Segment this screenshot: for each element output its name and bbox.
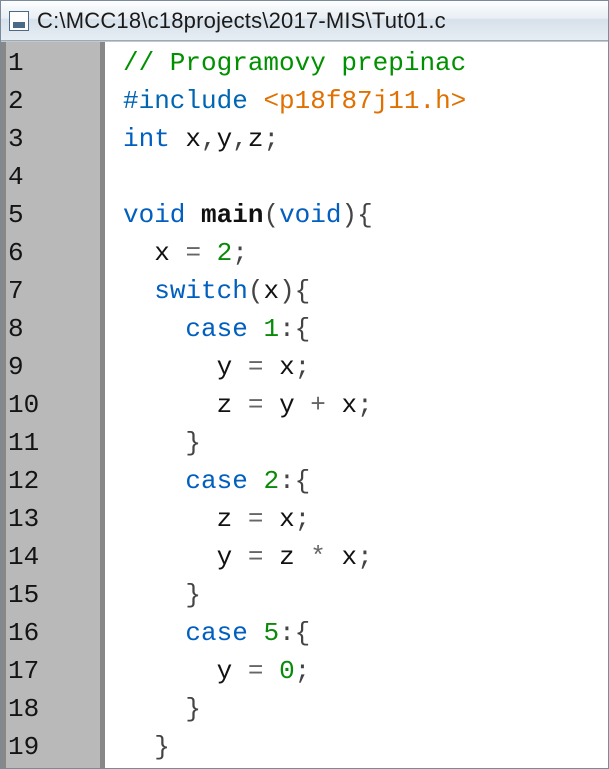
line-number: 2 [6,82,100,120]
titlebar[interactable]: C:\MCC18\c18projects\2017-MIS\Tut01.c [1,1,608,41]
window-title: C:\MCC18\c18projects\2017-MIS\Tut01.c [37,8,446,34]
line-number: 4 [6,158,100,196]
code-line[interactable]: y = x; [123,352,310,382]
editor-client: 12345678910111213141516171819 // Program… [1,41,608,768]
code-line[interactable]: #include <p18f87j11.h> [123,86,466,116]
line-number: 9 [6,348,100,386]
code-line[interactable]: y = z * x; [123,542,373,572]
code-line[interactable]: } [123,732,170,762]
line-number: 15 [6,576,100,614]
line-number: 6 [6,234,100,272]
line-number: 10 [6,386,100,424]
code-line[interactable]: void main(void){ [123,200,373,230]
code-area[interactable]: // Programovy prepinac #include <p18f87j… [105,42,608,768]
code-pre[interactable]: // Programovy prepinac #include <p18f87j… [123,44,608,766]
line-number: 12 [6,462,100,500]
line-number: 1 [6,44,100,82]
line-number: 11 [6,424,100,462]
code-line[interactable]: } [123,428,201,458]
code-line[interactable]: int x,y,z; [123,124,279,154]
code-line[interactable]: z = y + x; [123,390,373,420]
code-line[interactable]: case 2:{ [123,466,310,496]
line-number: 7 [6,272,100,310]
line-number: 16 [6,614,100,652]
line-number: 14 [6,538,100,576]
line-number-gutter: 12345678910111213141516171819 [1,42,105,768]
line-number: 8 [6,310,100,348]
code-line[interactable]: } [123,580,201,610]
line-number: 3 [6,120,100,158]
code-line[interactable]: switch(x){ [123,276,310,306]
code-line[interactable]: y = 0; [123,656,310,686]
line-number: 17 [6,652,100,690]
code-line[interactable]: // Programovy prepinac [123,48,466,78]
editor-window: C:\MCC18\c18projects\2017-MIS\Tut01.c 12… [0,0,609,769]
line-number: 18 [6,690,100,728]
line-number: 5 [6,196,100,234]
code-line[interactable]: z = x; [123,504,310,534]
code-line[interactable]: } [123,694,201,724]
code-line[interactable]: x = 2; [123,238,248,268]
line-number: 19 [6,728,100,766]
code-line[interactable]: case 1:{ [123,314,310,344]
app-icon [9,11,29,31]
code-line[interactable]: case 5:{ [123,618,310,648]
line-number: 13 [6,500,100,538]
